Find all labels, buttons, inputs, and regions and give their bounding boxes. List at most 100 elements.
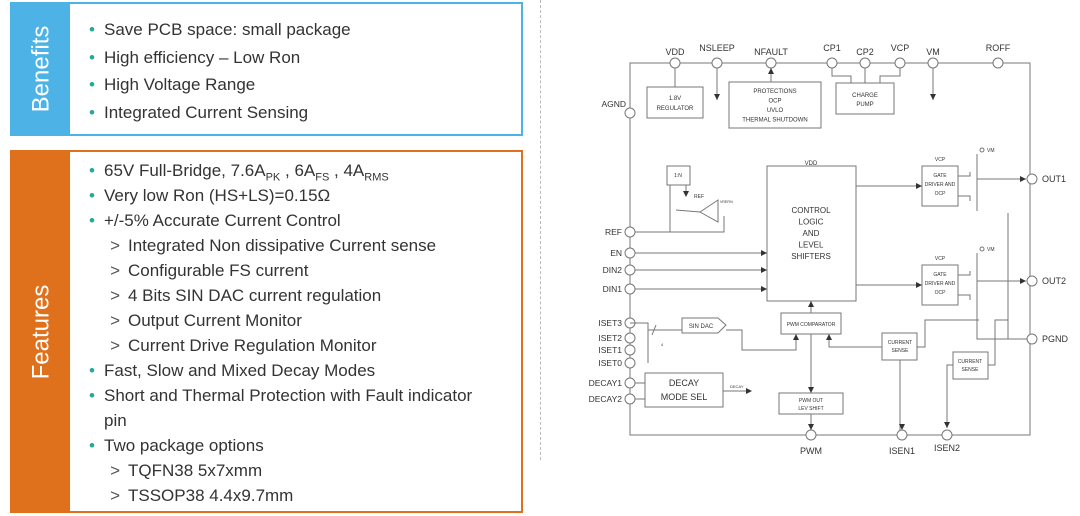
- diagram-label: LEV SHIFT: [798, 406, 823, 412]
- diagram-label: PROTECTIONS: [753, 89, 796, 95]
- diagram-label: OCP: [935, 290, 947, 296]
- wire: [988, 319, 1008, 366]
- pin-terminal: [624, 332, 636, 344]
- arrow-icon: [761, 250, 767, 256]
- pin-terminal: [765, 57, 777, 69]
- pin-terminal: [992, 57, 1004, 69]
- wire: [828, 334, 882, 348]
- pin-label: ISET1: [598, 345, 622, 355]
- arrow-icon: [944, 422, 950, 428]
- pin-terminal: [624, 226, 636, 238]
- pin-label: EN: [610, 248, 622, 258]
- pin-label: ISET3: [598, 318, 622, 328]
- diagram-label: VREFIN: [720, 200, 733, 204]
- diagram-label: 1:N: [674, 173, 682, 179]
- pin-terminal: [669, 57, 681, 69]
- diagram-label: UVLO: [767, 108, 784, 114]
- arrow-icon: [1020, 278, 1026, 284]
- diagram-label: VCP: [935, 256, 946, 262]
- amplifier-icon: [699, 199, 719, 223]
- diagram-label: PWM COMPARATOR: [787, 322, 836, 328]
- current-sense-block: [881, 332, 918, 361]
- arrow-icon: [793, 334, 799, 340]
- diagram-label: DECAY: [730, 384, 744, 389]
- arrow-icon: [930, 94, 936, 100]
- diagram-label: DRIVER AND: [925, 182, 956, 188]
- diagram-label: GATE: [933, 272, 947, 278]
- pin-terminal: [1026, 275, 1038, 287]
- pin-terminal: [624, 344, 636, 356]
- pin-label: ISET0: [598, 358, 622, 368]
- diagram-label: MODE SEL: [661, 392, 708, 402]
- pin-label: CP2: [856, 47, 874, 57]
- arrow-icon: [808, 301, 814, 307]
- pin-label: ISEN1: [889, 446, 915, 456]
- arrow-icon: [683, 191, 689, 197]
- pin-terminal: [624, 357, 636, 369]
- diagram-label: REGULATOR: [657, 106, 694, 112]
- pin-terminal: [624, 107, 636, 119]
- diagram-label: LEVEL: [799, 241, 824, 250]
- pin-label: NFAULT: [754, 47, 788, 57]
- wire: [976, 310, 1008, 340]
- pin-terminal: [896, 429, 908, 441]
- wire: [1007, 213, 1027, 340]
- pin-label: DECAY1: [589, 378, 623, 388]
- arrow-icon: [761, 267, 767, 273]
- pin-label: VM: [926, 47, 940, 57]
- pin-terminal: [805, 429, 817, 441]
- pin-terminal: [624, 393, 636, 405]
- diagram-label: SENSE: [892, 348, 910, 354]
- pin-label: PGND: [1042, 334, 1069, 344]
- arrow-icon: [761, 286, 767, 292]
- pin-label: CP1: [823, 43, 841, 53]
- pin-terminal: [979, 246, 985, 252]
- arrow-icon: [1020, 176, 1026, 182]
- diagram-label: CURRENT: [958, 359, 982, 365]
- diagram-label: OCP: [935, 191, 947, 197]
- pin-terminal: [624, 247, 636, 259]
- block-diagram: VDD NSLEEP NFAULT CP1 CP2 VCP VM ROFF AGND REF EN D…: [589, 43, 1069, 456]
- wire: [630, 322, 649, 363]
- diagram-label: PWM OUT: [799, 398, 823, 404]
- pin-label: VCP: [891, 43, 910, 53]
- diagram-label: VM: [987, 247, 995, 253]
- pin-terminal: [941, 429, 953, 441]
- diagram-label: REF: [694, 194, 704, 200]
- diagram-label: SENSE: [962, 367, 980, 373]
- diagram-label: THERMAL SHUTDOWN: [742, 118, 807, 124]
- diagram-label: SHIFTERS: [791, 252, 831, 261]
- pin-label: OUT1: [1042, 174, 1066, 184]
- arrow-icon: [808, 424, 814, 430]
- diagram-label: LOGIC: [799, 218, 824, 227]
- pin-label: DIN1: [603, 284, 623, 294]
- arrow-icon: [808, 387, 814, 393]
- pin-label: DECAY2: [589, 394, 623, 404]
- pin-label: AGND: [601, 99, 626, 109]
- diagram-label: CURRENT: [888, 340, 912, 346]
- arrow-icon: [746, 388, 752, 394]
- pin-label: VDD: [665, 47, 685, 57]
- arrow-icon: [826, 334, 832, 340]
- wire: [879, 68, 901, 83]
- wire: [958, 172, 971, 177]
- pin-terminal: [711, 57, 723, 69]
- diagram-label: CHARGE: [852, 93, 878, 99]
- diagram-label: VCP: [935, 157, 946, 163]
- arrow-icon: [916, 183, 922, 189]
- pin-label: REF: [605, 227, 622, 237]
- pin-terminal: [624, 377, 636, 389]
- wire: [675, 209, 701, 213]
- arrow-icon: [714, 94, 720, 100]
- diagram-label: DRIVER AND: [925, 281, 956, 287]
- pin-terminal: [927, 57, 939, 69]
- wire: [831, 68, 852, 83]
- pin-label: ISET2: [598, 333, 622, 343]
- wire: [946, 364, 953, 428]
- diagram-label: AND: [803, 229, 820, 238]
- diagram-label: PUMP: [856, 102, 873, 108]
- diagram-label: OCP: [768, 99, 781, 105]
- pin-label: ISEN2: [934, 443, 960, 453]
- diagram-label: DECAY: [669, 378, 699, 388]
- diagram-label: CONTROL: [791, 206, 831, 215]
